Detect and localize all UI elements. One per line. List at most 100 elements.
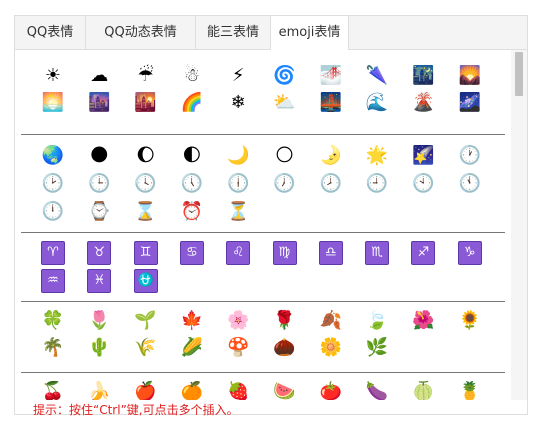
space-time-emoji[interactable]: 🕛 — [41, 200, 65, 224]
plants-emoji[interactable]: 🍂 — [319, 309, 343, 333]
weather-emoji[interactable]: 🌀 — [273, 64, 297, 88]
space-time-emoji[interactable]: 🌑 — [87, 144, 111, 168]
weather-emoji[interactable]: 🌃 — [411, 64, 435, 88]
fruit-emoji[interactable]: 🍒 — [41, 380, 65, 400]
weather-emoji[interactable]: 🌄 — [458, 64, 482, 88]
space-time-emoji[interactable]: 🕙 — [411, 172, 435, 196]
space-time-emoji[interactable]: 🕚 — [458, 172, 482, 196]
weather-emoji[interactable]: 🌁 — [319, 64, 343, 88]
tab-bar: QQ表情 QQ动态表情 能三表情 emoji表情 — [15, 16, 527, 50]
emoji-panel: QQ表情 QQ动态表情 能三表情 emoji表情 ☀ ☁ ☔ ☃ ⚡ 🌀 🌁 🌂 🌃 🌄 🌅 🌆 🌇 🌈 ❄… — [14, 15, 528, 417]
fruit-emoji[interactable]: 🍉 — [273, 380, 297, 400]
plants-emoji[interactable]: 🌱 — [134, 309, 158, 333]
plants-emoji[interactable]: 🌺 — [411, 309, 435, 333]
zodiac-emoji[interactable]: ♏ — [365, 241, 390, 265]
zodiac-emoji[interactable]: ♈ — [41, 241, 65, 265]
space-time-emoji[interactable]: ⏰ — [180, 200, 204, 224]
space-time-emoji[interactable]: 🕓 — [134, 172, 158, 196]
group-divider — [21, 301, 505, 302]
weather-emoji[interactable]: 🌆 — [87, 91, 111, 115]
plants-emoji[interactable]: 🌹 — [273, 309, 297, 333]
emoji-grid: ☀ ☁ ☔ ☃ ⚡ 🌀 🌁 🌂 🌃 🌄 🌅 🌆 🌇 🌈 ❄ ⛅ 🌉 🌊 🌋 🌌 🌏 🌑 🌔 🌓 🌙 🌕 🌛 🌟 🌠 🕐 🕑 🕒 🕓 🕔 🕕 🕖 🕗 🕘 🕙 🕚… — [15, 50, 527, 400]
space-time-emoji[interactable]: ⏳ — [226, 200, 250, 224]
plants-emoji[interactable]: 🌽 — [180, 336, 204, 360]
plants-emoji[interactable]: 🍀 — [41, 309, 65, 333]
zodiac-emoji[interactable]: ⛎ — [133, 269, 158, 293]
plants-emoji[interactable]: 🌾 — [134, 336, 158, 360]
space-time-emoji[interactable]: 🕗 — [319, 172, 343, 196]
plants-emoji[interactable]: 🌿 — [365, 336, 389, 360]
weather-emoji[interactable]: ☁ — [87, 64, 111, 88]
space-time-emoji[interactable]: ⌚ — [87, 200, 111, 224]
group-divider — [21, 372, 505, 373]
plants-emoji[interactable]: 🌰 — [273, 336, 297, 360]
fruit-emoji[interactable]: 🍆 — [365, 380, 389, 400]
plants-emoji[interactable]: 🍃 — [365, 309, 389, 333]
fruit-emoji[interactable]: 🍍 — [458, 380, 482, 400]
plants-emoji[interactable]: 🌼 — [319, 336, 343, 360]
weather-emoji[interactable]: 🌈 — [180, 91, 204, 115]
weather-emoji[interactable]: 🌊 — [365, 91, 389, 115]
group-divider — [21, 232, 505, 233]
zodiac-emoji[interactable]: ♑ — [457, 241, 482, 265]
zodiac-emoji[interactable]: ♓ — [87, 269, 112, 293]
space-time-emoji[interactable]: ⌛ — [134, 200, 158, 224]
space-time-emoji[interactable]: 🕐 — [458, 144, 482, 168]
weather-emoji[interactable]: 🌂 — [365, 64, 389, 88]
space-time-emoji[interactable]: 🌕 — [273, 144, 297, 168]
zodiac-emoji[interactable]: ♍ — [272, 241, 297, 265]
space-time-emoji[interactable]: 🕖 — [273, 172, 297, 196]
zodiac-emoji[interactable]: ♎ — [318, 241, 343, 265]
hint-text: 提示：按住“Ctrl”键,可点击多个插入。 — [33, 403, 239, 417]
tab-qq[interactable]: QQ表情 — [15, 16, 86, 49]
weather-emoji[interactable]: 🌉 — [319, 91, 343, 115]
weather-emoji[interactable]: 🌅 — [41, 91, 65, 115]
fruit-emoji[interactable]: 🍌 — [87, 380, 111, 400]
fruit-emoji[interactable]: 🍓 — [226, 380, 250, 400]
plants-emoji[interactable]: 🍄 — [226, 336, 250, 360]
plants-emoji[interactable]: 🌸 — [226, 309, 250, 333]
zodiac-emoji[interactable]: ♊ — [133, 241, 158, 265]
plants-emoji[interactable]: 🌴 — [41, 336, 65, 360]
tab-qq-animated[interactable]: QQ动态表情 — [86, 16, 196, 49]
tab-emoji[interactable]: emoji表情 — [271, 16, 349, 50]
weather-emoji[interactable]: 🌇 — [134, 91, 158, 115]
fruit-emoji[interactable]: 🍎 — [134, 380, 158, 400]
weather-emoji[interactable]: 🌌 — [458, 91, 482, 115]
plants-emoji[interactable]: 🌵 — [87, 336, 111, 360]
zodiac-emoji[interactable]: ♌ — [226, 241, 251, 265]
weather-emoji[interactable]: ⛅ — [273, 91, 297, 115]
weather-emoji[interactable]: ☃ — [180, 64, 204, 88]
space-time-emoji[interactable]: 🌟 — [365, 144, 389, 168]
space-time-emoji[interactable]: 🕒 — [87, 172, 111, 196]
fruit-emoji[interactable]: 🍅 — [319, 380, 343, 400]
space-time-emoji[interactable]: 🕕 — [226, 172, 250, 196]
zodiac-emoji[interactable]: ♉ — [87, 241, 112, 265]
weather-emoji[interactable]: ❄ — [226, 91, 250, 115]
weather-emoji[interactable]: 🌋 — [411, 91, 435, 115]
tab-nengsan[interactable]: 能三表情 — [196, 16, 271, 49]
space-time-emoji[interactable]: 🕘 — [365, 172, 389, 196]
zodiac-emoji[interactable]: ♋ — [179, 241, 204, 265]
space-time-emoji[interactable]: 🌙 — [226, 144, 250, 168]
space-time-emoji[interactable]: 🕑 — [41, 172, 65, 196]
plants-emoji[interactable]: 🌷 — [87, 309, 111, 333]
zodiac-emoji[interactable]: ♐ — [411, 241, 436, 265]
fruit-emoji[interactable]: 🍊 — [180, 380, 204, 400]
space-time-emoji[interactable]: 🌏 — [41, 144, 65, 168]
space-time-emoji[interactable]: 🌛 — [319, 144, 343, 168]
space-time-emoji[interactable]: 🕔 — [180, 172, 204, 196]
weather-emoji[interactable]: ☀ — [41, 64, 65, 88]
space-time-emoji[interactable]: 🌠 — [411, 144, 435, 168]
weather-emoji[interactable]: ⚡ — [226, 64, 250, 88]
scrollbar-thumb[interactable] — [515, 52, 523, 96]
fruit-emoji[interactable]: 🍈 — [411, 380, 435, 400]
scrollbar[interactable] — [511, 50, 527, 400]
plants-emoji[interactable]: 🌻 — [458, 309, 482, 333]
group-divider — [21, 134, 505, 135]
weather-emoji[interactable]: ☔ — [134, 64, 158, 88]
plants-emoji[interactable]: 🍁 — [180, 309, 204, 333]
space-time-emoji[interactable]: 🌓 — [180, 144, 204, 168]
zodiac-emoji[interactable]: ♒ — [41, 269, 65, 293]
space-time-emoji[interactable]: 🌔 — [134, 144, 158, 168]
